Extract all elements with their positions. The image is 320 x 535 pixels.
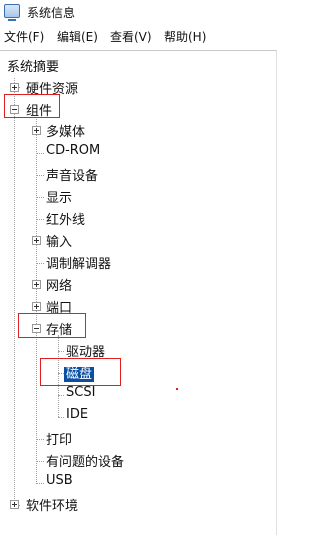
tree-item-label: SCSI <box>66 385 96 400</box>
tree-item-label: 打印 <box>46 433 73 448</box>
tree-item-label: 输入 <box>46 235 73 250</box>
tree-line <box>58 395 64 396</box>
tree-line <box>36 197 44 198</box>
expand-plus-icon[interactable] <box>32 126 41 135</box>
tree-item-display[interactable]: 显示 <box>46 187 72 206</box>
tree-item-infrared[interactable]: 红外线 <box>46 209 85 228</box>
tree-line <box>58 351 64 352</box>
category-tree[interactable]: 系统摘要 硬件资源 组件 多媒体 CD-ROM 声音设备 显示 红外线 输入 调… <box>0 50 277 535</box>
tree-item-cdrom[interactable]: CD-ROM <box>46 143 100 158</box>
tree-line <box>36 461 44 462</box>
tree-item-label: 显示 <box>46 191 73 206</box>
tree-line <box>36 153 44 154</box>
tree-line <box>36 439 44 440</box>
expand-plus-icon[interactable] <box>10 500 19 509</box>
tree-item-label: CD-ROM <box>46 143 101 158</box>
highlight-box-components <box>4 94 60 118</box>
tree-line <box>36 483 44 484</box>
tree-item-label: 软件环境 <box>26 499 79 514</box>
tree-item-problem-devices[interactable]: 有问题的设备 <box>46 451 124 470</box>
expand-plus-icon[interactable] <box>32 280 41 289</box>
highlight-box-disks <box>40 358 121 386</box>
tree-item-system-summary[interactable]: 系统摘要 <box>7 56 59 75</box>
menu-file[interactable]: 文件(F) <box>4 28 44 45</box>
tree-item-label: 有问题的设备 <box>46 455 125 470</box>
tree-item-label: 多媒体 <box>46 125 86 140</box>
system-info-icon <box>4 4 20 21</box>
tree-item-label: 声音设备 <box>46 169 99 184</box>
annotation-dot <box>176 388 178 390</box>
tree-item-label: 网络 <box>46 279 73 294</box>
menu-bar: 文件(F) 编辑(E) 查看(V) 帮助(H) <box>0 26 279 46</box>
tree-line <box>58 417 64 418</box>
menu-help[interactable]: 帮助(H) <box>164 28 206 45</box>
tree-item-modem[interactable]: 调制解调器 <box>46 253 111 272</box>
title-bar: 系统信息 <box>0 0 279 26</box>
tree-item-usb[interactable]: USB <box>46 473 73 488</box>
highlight-box-storage <box>18 313 86 338</box>
expand-plus-icon[interactable] <box>32 302 41 311</box>
tree-item-ide[interactable]: IDE <box>66 407 88 422</box>
tree-line <box>36 115 37 482</box>
tree-line <box>36 219 44 220</box>
tree-item-label: IDE <box>66 407 89 422</box>
tree-item-input[interactable]: 输入 <box>46 231 72 250</box>
menu-edit[interactable]: 编辑(E) <box>57 28 98 45</box>
window-title: 系统信息 <box>27 6 76 20</box>
tree-item-printing[interactable]: 打印 <box>46 429 72 448</box>
expand-plus-icon[interactable] <box>32 236 41 245</box>
tree-line <box>36 263 44 264</box>
tree-item-label: 调制解调器 <box>46 257 112 272</box>
tree-item-scsi[interactable]: SCSI <box>66 385 95 400</box>
tree-item-sound[interactable]: 声音设备 <box>46 165 98 184</box>
tree-item-network[interactable]: 网络 <box>46 275 72 294</box>
menu-view[interactable]: 查看(V) <box>110 28 152 45</box>
tree-item-label: 红外线 <box>46 213 86 228</box>
tree-item-label: USB <box>46 473 73 488</box>
tree-line <box>36 175 44 176</box>
tree-item-software[interactable]: 软件环境 <box>26 495 78 514</box>
tree-item-multimedia[interactable]: 多媒体 <box>46 121 85 140</box>
expand-plus-icon[interactable] <box>10 83 19 92</box>
tree-item-label: 系统摘要 <box>7 60 60 75</box>
tree-line <box>14 78 15 505</box>
